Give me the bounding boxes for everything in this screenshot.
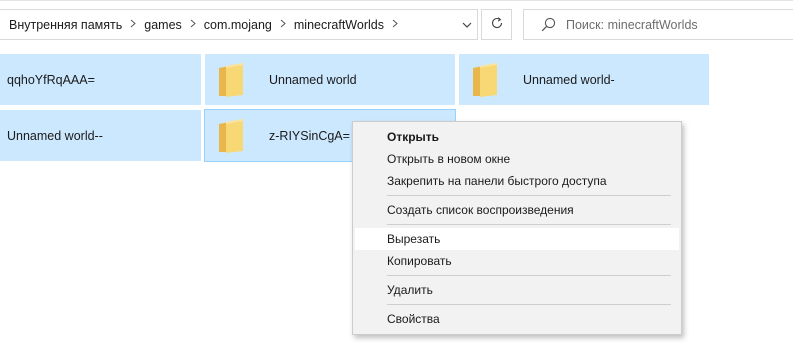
folder-item[interactable]: Unnamed world (205, 54, 455, 105)
folder-icon (471, 62, 499, 98)
menu-separator (387, 275, 671, 276)
chevron-right-icon[interactable] (388, 19, 402, 31)
folder-item[interactable]: Unnamed world- (459, 54, 709, 105)
menu-separator (387, 195, 671, 196)
address-history-dropdown[interactable] (456, 9, 477, 38)
menu-item-label: Закрепить на панели быстрого доступа (387, 174, 607, 188)
top-border (0, 0, 793, 1)
context-menu: Открыть Открыть в новом окне Закрепить н… (352, 121, 682, 335)
menu-item-delete[interactable]: Удалить (355, 279, 679, 301)
folder-label: Unnamed world-- (7, 128, 103, 143)
chevron-right-icon[interactable] (126, 19, 140, 31)
breadcrumb-item-com-mojang[interactable]: com.mojang (204, 18, 272, 32)
menu-separator (387, 304, 671, 305)
menu-item-label: Удалить (387, 283, 433, 297)
folder-item[interactable]: qqhoYfRqAAA= (0, 54, 201, 105)
menu-item-open[interactable]: Открыть (355, 126, 679, 148)
menu-item-label: Свойства (387, 312, 440, 326)
menu-item-label: Копировать (387, 254, 452, 268)
folder-icon (217, 118, 245, 154)
menu-item-label: Создать список воспроизведения (387, 203, 574, 217)
menu-item-copy[interactable]: Копировать (355, 250, 679, 272)
search-box[interactable]: Поиск: minecraftWorlds (523, 9, 793, 40)
folder-icon (217, 62, 245, 98)
folder-label: z-RIYSinCgA= (269, 128, 350, 143)
menu-item-cut[interactable]: Вырезать (355, 228, 679, 250)
menu-item-create-playlist[interactable]: Создать список воспроизведения (355, 199, 679, 221)
menu-item-label: Вырезать (387, 232, 441, 246)
folder-item[interactable]: Unnamed world-- (0, 110, 201, 161)
breadcrumb-item-games[interactable]: games (144, 18, 182, 32)
address-bar[interactable]: Внутренняя память games com.mojang minec… (0, 9, 478, 40)
menu-item-label: Открыть в новом окне (387, 152, 511, 166)
menu-item-pin-quick-access[interactable]: Закрепить на панели быстрого доступа (355, 170, 679, 192)
menu-separator (387, 224, 671, 225)
refresh-icon (490, 16, 504, 33)
chevron-right-icon[interactable] (186, 19, 200, 31)
search-icon (540, 17, 556, 33)
folder-label: qqhoYfRqAAA= (7, 72, 95, 87)
breadcrumb-item-internal-storage[interactable]: Внутренняя память (9, 18, 122, 32)
menu-item-properties[interactable]: Свойства (355, 308, 679, 330)
breadcrumb-item-minecraftworlds[interactable]: minecraftWorlds (294, 18, 384, 32)
folder-label: Unnamed world- (523, 72, 615, 87)
breadcrumb: Внутренняя память games com.mojang minec… (0, 10, 406, 39)
chevron-right-icon[interactable] (276, 19, 290, 31)
refresh-button[interactable] (481, 9, 512, 40)
menu-item-label: Открыть (387, 130, 440, 144)
menu-item-open-new-window[interactable]: Открыть в новом окне (355, 148, 679, 170)
folder-label: Unnamed world (269, 72, 357, 87)
search-placeholder: Поиск: minecraftWorlds (566, 17, 698, 32)
chevron-down-icon (462, 17, 472, 31)
